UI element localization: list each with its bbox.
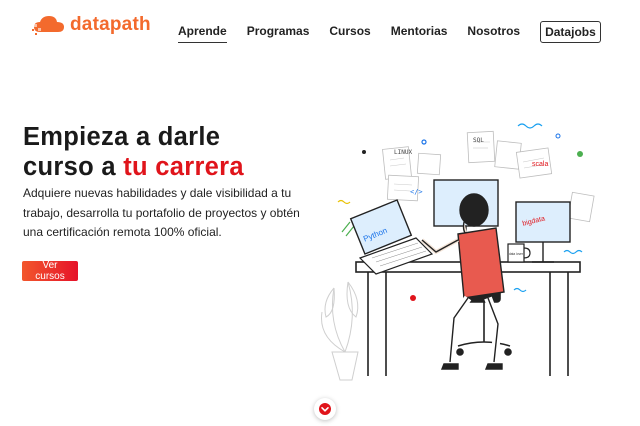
nav-item-aprende[interactable]: Aprende: [178, 20, 227, 43]
dot-green: [577, 151, 583, 157]
scroll-down-button[interactable]: [314, 398, 336, 420]
hero-title-accent: tu carrera: [123, 153, 244, 181]
dot-black: [362, 150, 366, 154]
dot-red: [410, 295, 416, 301]
linux-label: LINUX: [394, 149, 412, 156]
code-tag-label: </>: [410, 188, 423, 196]
hero-title-line1: Empieza a darle: [23, 123, 221, 151]
hero-title-line2-prefix: curso a: [23, 153, 124, 181]
datajobs-button[interactable]: Datajobs: [540, 20, 601, 43]
hero-subtitle: Adquiere nuevas habilidades y dale visib…: [23, 186, 300, 239]
nav-item-programas[interactable]: Programas: [247, 20, 310, 43]
sql-label: SQL: [473, 137, 484, 144]
scala-label: scala: [532, 161, 548, 168]
chevron-down-icon: [319, 403, 331, 415]
logo[interactable]: datapath: [32, 14, 151, 36]
mug-label: data lover: [509, 252, 524, 256]
plant-illustration: [320, 281, 359, 381]
nav-item-mentorias[interactable]: Mentorias: [391, 20, 448, 43]
site-header: datapath Aprende Programas Cursos Mentor…: [0, 0, 640, 56]
ver-cursos-button[interactable]: Ver cursos: [22, 260, 78, 282]
dot-blue-2: [555, 133, 561, 139]
main-nav: Aprende Programas Cursos Mentorias Nosot…: [178, 20, 601, 43]
dot-blue: [421, 139, 427, 145]
cloud-logo-icon: [32, 16, 64, 35]
nav-item-cursos[interactable]: Cursos: [329, 20, 370, 43]
hero-title: Empieza a darle curso a tu carrera: [23, 122, 244, 182]
nav-item-nosotros[interactable]: Nosotros: [467, 20, 520, 43]
brand-name: datapath: [70, 14, 151, 35]
hero-illustration: LINUX SQL scala Python </> bigdata data …: [320, 123, 595, 381]
